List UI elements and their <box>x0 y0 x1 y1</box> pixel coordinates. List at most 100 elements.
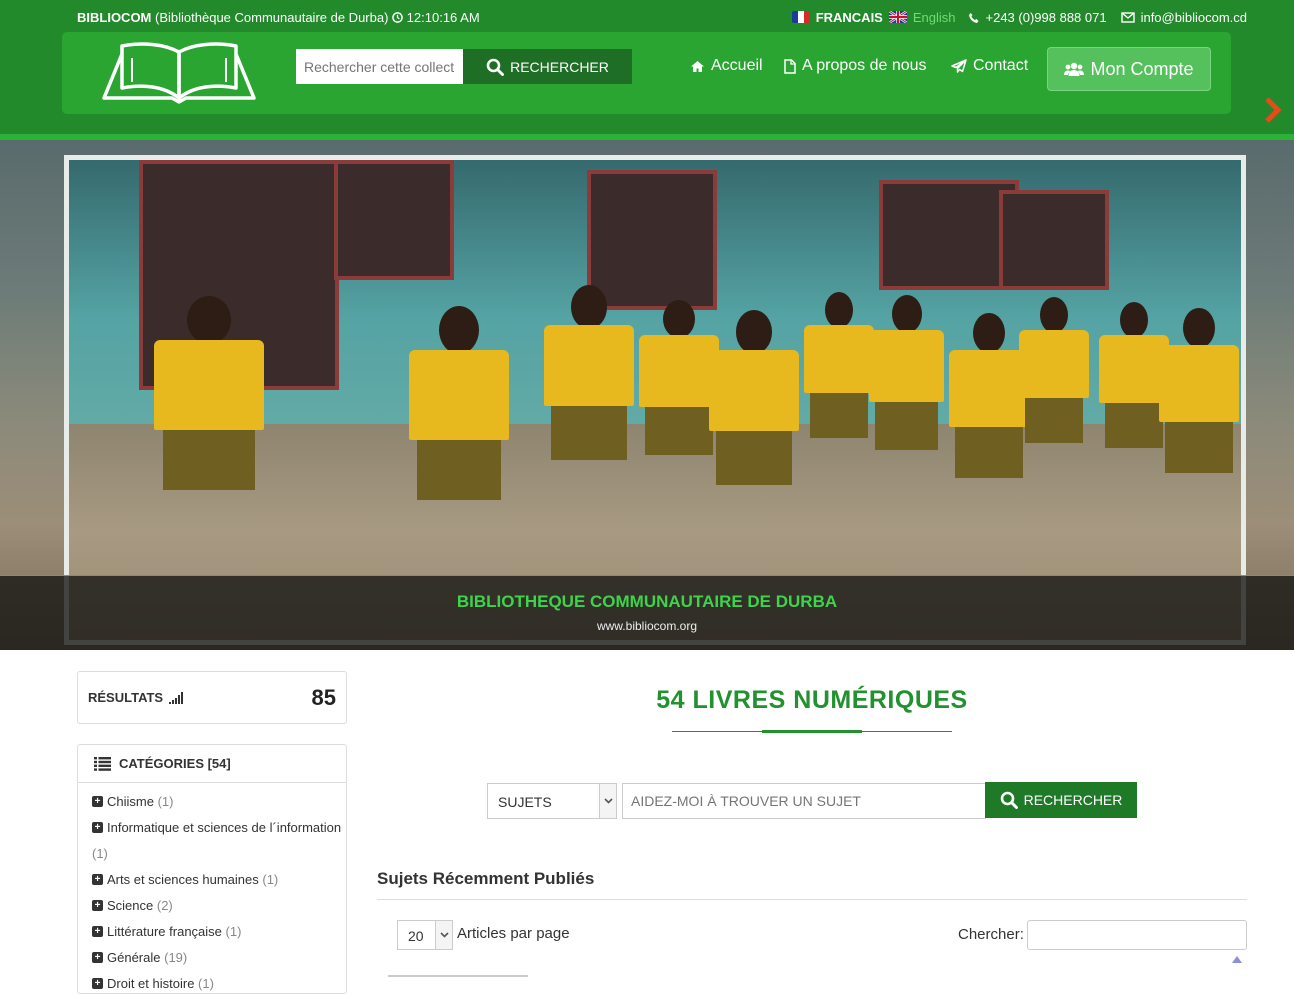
per-page-select[interactable]: 20 <box>397 920 453 950</box>
categories-title-text: CATÉGORIES [54] <box>119 756 231 771</box>
my-account-label: Mon Compte <box>1090 58 1194 79</box>
subject-search-label: RECHERCHER <box>1023 792 1123 808</box>
category-count: (1) <box>262 872 279 887</box>
clock-icon <box>392 12 403 23</box>
caret-down-icon[interactable] <box>599 784 616 818</box>
nav-home-label: Accueil <box>711 57 763 74</box>
categories-title: CATÉGORIES [54] <box>94 756 231 771</box>
plus-square-icon[interactable]: + <box>92 874 103 886</box>
site-identity: BIBLIOCOM (Bibliothèque Communautaire de… <box>77 10 480 25</box>
nav-about[interactable]: A propos de nous <box>784 57 927 75</box>
category-count: (19) <box>164 950 188 965</box>
collection-search-button[interactable]: RECHERCHER <box>463 49 632 84</box>
category-item[interactable]: + Générale (19) <box>92 945 344 971</box>
photo-window <box>879 180 1019 290</box>
nav-contact-label: Contact <box>973 57 1029 74</box>
nav-contact[interactable]: Contact <box>951 57 1028 75</box>
file-icon <box>784 58 796 74</box>
category-item[interactable]: + Informatique et sciences de l´informati… <box>92 815 344 867</box>
signal-icon <box>169 691 184 704</box>
plus-square-icon[interactable]: + <box>92 796 103 808</box>
title-divider-accent <box>762 730 862 733</box>
student-figure <box>1159 307 1239 515</box>
category-list: + Chiisme (1) + Informatique et sciences d… <box>92 789 344 997</box>
category-count: (2) <box>156 898 173 913</box>
send-icon <box>951 59 967 73</box>
collection-search-label: RECHERCHER <box>510 58 609 75</box>
top-contact: FRANCAIS English +243 (0)998 888 071 inf… <box>791 10 1247 25</box>
sort-up-icon[interactable] <box>1232 956 1242 963</box>
uk-flag-icon[interactable] <box>888 10 907 23</box>
hero-photo <box>64 155 1246 645</box>
table-search-label: Chercher: <box>958 926 1024 943</box>
results-label-text: RÉSULTATS <box>88 690 164 705</box>
clock-time: 12:10:16 AM <box>406 10 480 25</box>
email-link[interactable]: info@bibliocom.cd <box>1141 10 1247 25</box>
open-book-logo-icon[interactable] <box>100 40 258 104</box>
french-flag-icon[interactable] <box>791 10 810 23</box>
home-icon <box>691 60 704 72</box>
table-search-input[interactable] <box>1027 920 1247 950</box>
caret-down-icon[interactable] <box>435 921 452 949</box>
site-name: BIBLIOCOM <box>77 10 152 25</box>
section-divider <box>377 899 1247 900</box>
per-page-value: 20 <box>408 928 424 944</box>
categories-header: CATÉGORIES [54] <box>78 745 346 783</box>
banner-caption-bar <box>0 575 1294 650</box>
plus-square-icon[interactable]: + <box>92 822 103 834</box>
site-full-name: (Bibliothèque Communautaire de Durba) <box>155 10 389 25</box>
category-label: Droit et histoire <box>107 976 195 991</box>
category-label: Générale <box>107 950 161 965</box>
category-item[interactable]: + Science (2) <box>92 893 344 919</box>
student-figure <box>949 312 1029 520</box>
top-info-bar: BIBLIOCOM (Bibliothèque Communautaire de… <box>77 10 1247 28</box>
student-figure <box>154 296 264 540</box>
list-icon <box>94 756 111 771</box>
envelope-icon <box>1120 12 1135 23</box>
users-icon <box>1064 62 1085 76</box>
category-item[interactable]: + Arts et sciences humaines (1) <box>92 867 344 893</box>
category-item[interactable]: + Droit et histoire (1) <box>92 971 344 997</box>
plus-square-icon[interactable]: + <box>92 952 103 964</box>
hero-banner: BIBLIOTHEQUE COMMUNAUTAIRE DE DURBA www.… <box>0 140 1294 650</box>
student-figure <box>409 306 509 550</box>
category-label: Informatique et sciences de l´informatio… <box>107 820 342 835</box>
section-title: Sujets Récemment Publiés <box>377 869 595 888</box>
search-icon <box>1000 791 1018 809</box>
chevron-right-icon[interactable] <box>1262 96 1284 124</box>
student-figure <box>804 292 874 475</box>
categories-panel: CATÉGORIES [54] + Chiisme (1) + Informatiq… <box>77 744 347 994</box>
banner-subtitle: www.bibliocom.org <box>596 619 698 633</box>
subject-search-button[interactable]: RECHERCHER <box>985 782 1137 818</box>
photo-window <box>999 190 1109 290</box>
nav-home[interactable]: Accueil <box>690 57 763 75</box>
plus-square-icon[interactable]: + <box>92 900 103 912</box>
category-count: (1) <box>157 794 174 809</box>
student-figure <box>869 294 944 490</box>
photo-window <box>334 160 454 280</box>
category-count: (1) <box>198 976 214 991</box>
category-item[interactable]: + Littérature française (1) <box>92 919 344 945</box>
my-account-button[interactable]: Mon Compte <box>1047 47 1211 91</box>
category-label: Science <box>107 898 154 913</box>
table-header-edge <box>388 975 528 977</box>
phone-number: +243 (0)998 888 071 <box>985 10 1107 25</box>
category-item[interactable]: + Chiisme (1) <box>92 789 344 815</box>
lang-fr-link[interactable]: FRANCAIS <box>816 10 883 25</box>
student-figure <box>709 310 799 530</box>
student-figure <box>1019 297 1089 480</box>
phone-icon <box>968 12 978 23</box>
subject-search-input[interactable] <box>622 783 986 819</box>
category-label: Littérature française <box>107 924 222 939</box>
results-panel: RÉSULTATS 85 <box>77 671 347 724</box>
category-count: (1) <box>225 924 242 939</box>
plus-square-icon[interactable]: + <box>92 926 103 938</box>
photo-window <box>587 170 717 310</box>
category-count: (1) <box>92 846 108 861</box>
category-label: Chiisme <box>107 794 154 809</box>
lang-en-link[interactable]: English <box>913 10 956 25</box>
page-title: 54 LIVRES NUMÉRIQUES <box>656 686 968 714</box>
collection-search-input[interactable] <box>296 49 464 84</box>
student-figure <box>639 299 719 495</box>
filter-select[interactable]: SUJETS <box>487 783 617 819</box>
